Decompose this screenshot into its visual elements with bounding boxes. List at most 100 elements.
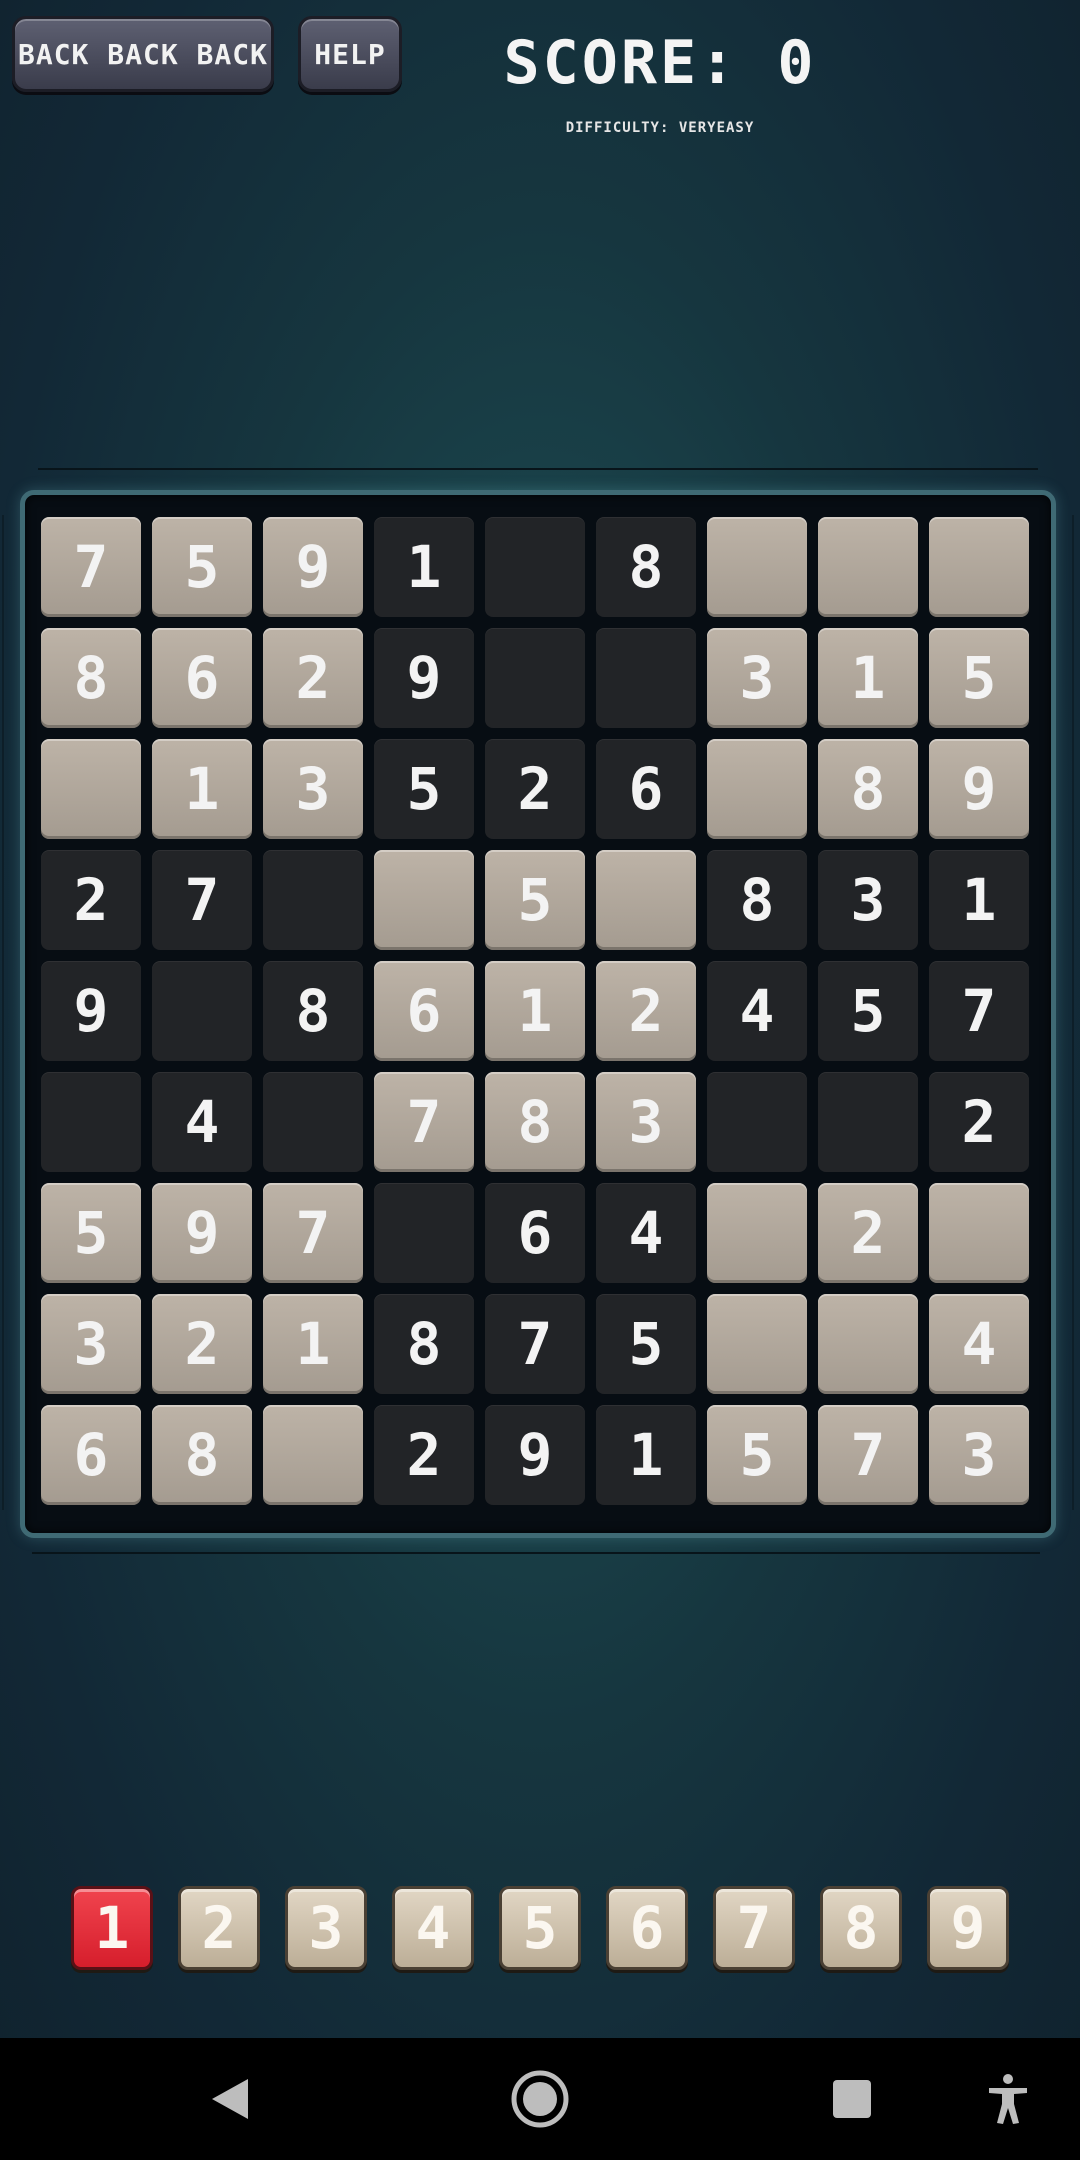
board-cell-r6-c3[interactable] bbox=[263, 1072, 363, 1172]
board-cell-r6-c1[interactable] bbox=[41, 1072, 141, 1172]
recents-icon[interactable] bbox=[812, 2038, 892, 2160]
board-cell-r4-c6[interactable] bbox=[596, 850, 696, 950]
board-cell-r7-c5[interactable]: 6 bbox=[485, 1183, 585, 1283]
board-cell-r7-c8[interactable]: 2 bbox=[818, 1183, 918, 1283]
board-cell-r9-c5[interactable]: 9 bbox=[485, 1405, 585, 1505]
board-cell-r5-c5[interactable]: 1 bbox=[485, 961, 585, 1061]
number-button-3[interactable]: 3 bbox=[285, 1886, 367, 1970]
board-cell-r8-c8[interactable] bbox=[818, 1294, 918, 1394]
board-cell-r6-c2[interactable]: 4 bbox=[152, 1072, 252, 1172]
board-cell-r2-c2[interactable]: 6 bbox=[152, 628, 252, 728]
divider-bottom bbox=[32, 1552, 1040, 1554]
board-cell-r4-c5[interactable]: 5 bbox=[485, 850, 585, 950]
board-cell-r1-c3[interactable]: 9 bbox=[263, 517, 363, 617]
board-cell-r9-c3[interactable] bbox=[263, 1405, 363, 1505]
board-cell-r6-c7[interactable] bbox=[707, 1072, 807, 1172]
board-cell-r8-c9[interactable]: 4 bbox=[929, 1294, 1029, 1394]
board-cell-r8-c4[interactable]: 8 bbox=[374, 1294, 474, 1394]
board-cell-r7-c1[interactable]: 5 bbox=[41, 1183, 141, 1283]
board-cell-r2-c3[interactable]: 2 bbox=[263, 628, 363, 728]
board-cell-r3-c6[interactable]: 6 bbox=[596, 739, 696, 839]
board-cell-r4-c8[interactable]: 3 bbox=[818, 850, 918, 950]
board-cell-r1-c1[interactable]: 7 bbox=[41, 517, 141, 617]
board-cell-r3-c2[interactable]: 1 bbox=[152, 739, 252, 839]
board-cell-r3-c4[interactable]: 5 bbox=[374, 739, 474, 839]
board-cell-r4-c1[interactable]: 2 bbox=[41, 850, 141, 950]
board-cell-r4-c4[interactable] bbox=[374, 850, 474, 950]
board-cell-r5-c9[interactable]: 7 bbox=[929, 961, 1029, 1061]
board-cell-r8-c2[interactable]: 2 bbox=[152, 1294, 252, 1394]
board-cell-r9-c6[interactable]: 1 bbox=[596, 1405, 696, 1505]
board-cell-r9-c2[interactable]: 8 bbox=[152, 1405, 252, 1505]
board-cell-r9-c9[interactable]: 3 bbox=[929, 1405, 1029, 1505]
board-cell-r1-c8[interactable] bbox=[818, 517, 918, 617]
board-cell-r8-c6[interactable]: 5 bbox=[596, 1294, 696, 1394]
board-cell-r2-c8[interactable]: 1 bbox=[818, 628, 918, 728]
number-button-7[interactable]: 7 bbox=[713, 1886, 795, 1970]
board-cell-r2-c7[interactable]: 3 bbox=[707, 628, 807, 728]
board-cell-r1-c5[interactable] bbox=[485, 517, 585, 617]
board-cell-r4-c2[interactable]: 7 bbox=[152, 850, 252, 950]
back-button[interactable]: BACK BACK BACK bbox=[12, 16, 274, 92]
board-cell-r3-c9[interactable]: 9 bbox=[929, 739, 1029, 839]
board-cell-r6-c5[interactable]: 8 bbox=[485, 1072, 585, 1172]
board-cell-r9-c8[interactable]: 7 bbox=[818, 1405, 918, 1505]
board-cell-r6-c8[interactable] bbox=[818, 1072, 918, 1172]
board-cell-r7-c9[interactable] bbox=[929, 1183, 1029, 1283]
back-icon[interactable] bbox=[190, 2038, 270, 2160]
board-cell-r1-c7[interactable] bbox=[707, 517, 807, 617]
board-cell-r5-c3[interactable]: 8 bbox=[263, 961, 363, 1061]
board-cell-r4-c7[interactable]: 8 bbox=[707, 850, 807, 950]
number-button-6[interactable]: 6 bbox=[606, 1886, 688, 1970]
board-cell-r9-c7[interactable]: 5 bbox=[707, 1405, 807, 1505]
board-cell-r1-c6[interactable]: 8 bbox=[596, 517, 696, 617]
board-cell-r5-c6[interactable]: 2 bbox=[596, 961, 696, 1061]
board-cell-r8-c7[interactable] bbox=[707, 1294, 807, 1394]
board-cell-r6-c4[interactable]: 7 bbox=[374, 1072, 474, 1172]
divider-right bbox=[1072, 515, 1074, 1510]
divider-top bbox=[38, 468, 1038, 470]
board-cell-r9-c1[interactable]: 6 bbox=[41, 1405, 141, 1505]
board-cell-r5-c7[interactable]: 4 bbox=[707, 961, 807, 1061]
board-cell-r2-c6[interactable] bbox=[596, 628, 696, 728]
help-button[interactable]: HELP bbox=[298, 16, 402, 92]
board-cell-r8-c5[interactable]: 7 bbox=[485, 1294, 585, 1394]
number-button-1[interactable]: 1 bbox=[71, 1886, 153, 1970]
difficulty-label: DIFFICULTY: VERYEASY bbox=[565, 120, 755, 136]
board-cell-r2-c4[interactable]: 9 bbox=[374, 628, 474, 728]
board-cell-r3-c3[interactable]: 3 bbox=[263, 739, 363, 839]
board-cell-r8-c3[interactable]: 1 bbox=[263, 1294, 363, 1394]
board-cell-r2-c1[interactable]: 8 bbox=[41, 628, 141, 728]
board-cell-r4-c3[interactable] bbox=[263, 850, 363, 950]
board-cell-r1-c2[interactable]: 5 bbox=[152, 517, 252, 617]
board-cell-r3-c8[interactable]: 8 bbox=[818, 739, 918, 839]
home-icon[interactable] bbox=[500, 2038, 580, 2160]
number-button-9[interactable]: 9 bbox=[927, 1886, 1009, 1970]
board-cell-r7-c3[interactable]: 7 bbox=[263, 1183, 363, 1283]
board-cell-r7-c4[interactable] bbox=[374, 1183, 474, 1283]
board-cell-r7-c7[interactable] bbox=[707, 1183, 807, 1283]
board-cell-r4-c9[interactable]: 1 bbox=[929, 850, 1029, 950]
number-button-2[interactable]: 2 bbox=[178, 1886, 260, 1970]
board-cell-r1-c9[interactable] bbox=[929, 517, 1029, 617]
board-cell-r3-c5[interactable]: 2 bbox=[485, 739, 585, 839]
board-cell-r7-c2[interactable]: 9 bbox=[152, 1183, 252, 1283]
board-cell-r6-c6[interactable]: 3 bbox=[596, 1072, 696, 1172]
board-cell-r5-c1[interactable]: 9 bbox=[41, 961, 141, 1061]
board-cell-r3-c1[interactable] bbox=[41, 739, 141, 839]
board-cell-r1-c4[interactable]: 1 bbox=[374, 517, 474, 617]
board-cell-r2-c9[interactable]: 5 bbox=[929, 628, 1029, 728]
board-cell-r2-c5[interactable] bbox=[485, 628, 585, 728]
board-cell-r5-c4[interactable]: 6 bbox=[374, 961, 474, 1061]
accessibility-icon[interactable] bbox=[968, 2038, 1048, 2160]
number-button-4[interactable]: 4 bbox=[392, 1886, 474, 1970]
board-cell-r5-c2[interactable] bbox=[152, 961, 252, 1061]
board-cell-r9-c4[interactable]: 2 bbox=[374, 1405, 474, 1505]
board-cell-r8-c1[interactable]: 3 bbox=[41, 1294, 141, 1394]
board-cell-r3-c7[interactable] bbox=[707, 739, 807, 839]
number-button-5[interactable]: 5 bbox=[499, 1886, 581, 1970]
number-button-8[interactable]: 8 bbox=[820, 1886, 902, 1970]
board-cell-r6-c9[interactable]: 2 bbox=[929, 1072, 1029, 1172]
board-cell-r5-c8[interactable]: 5 bbox=[818, 961, 918, 1061]
board-cell-r7-c6[interactable]: 4 bbox=[596, 1183, 696, 1283]
